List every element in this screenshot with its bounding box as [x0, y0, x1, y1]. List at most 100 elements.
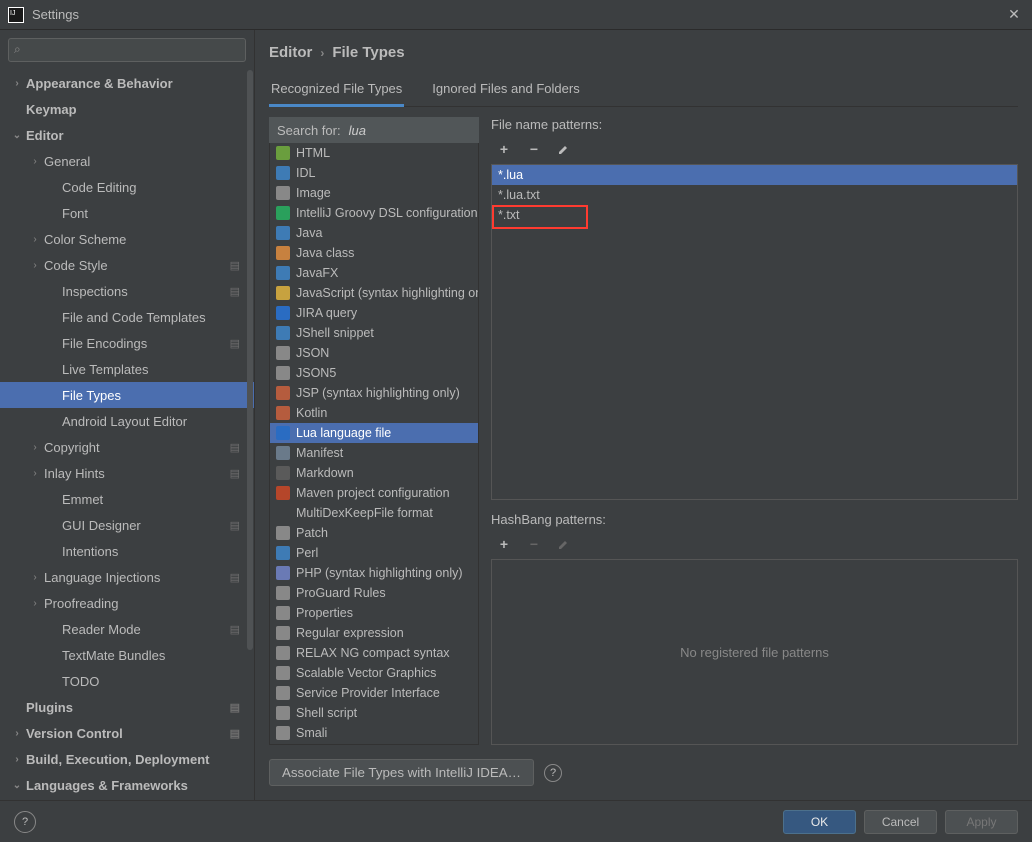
- file-type-item[interactable]: Kotlin: [270, 403, 478, 423]
- context-help-icon[interactable]: ?: [544, 764, 562, 782]
- pattern-item[interactable]: *.lua: [492, 165, 1017, 185]
- scrollbar-thumb[interactable]: [247, 70, 253, 650]
- file-type-item[interactable]: JSON: [270, 343, 478, 363]
- file-type-item[interactable]: Java class: [270, 243, 478, 263]
- file-type-item[interactable]: JShell snippet: [270, 323, 478, 343]
- sidebar-item[interactable]: File and Code Templates: [0, 304, 254, 330]
- sidebar-item-label: TextMate Bundles: [62, 648, 165, 663]
- edit-pattern-button[interactable]: [555, 140, 573, 158]
- file-type-item[interactable]: MultiDexKeepFile format: [270, 503, 478, 523]
- file-type-item[interactable]: Manifest: [270, 443, 478, 463]
- sidebar-item[interactable]: ›Schemas and DTDs▤: [0, 798, 254, 800]
- remove-pattern-button[interactable]: −: [525, 140, 543, 158]
- sidebar-item[interactable]: Keymap: [0, 96, 254, 122]
- settings-scope-icon: ▤: [230, 519, 240, 532]
- edit-hashbang-button: [555, 535, 573, 553]
- sidebar-item[interactable]: GUI Designer▤: [0, 512, 254, 538]
- sidebar-item[interactable]: ›Code Style▤: [0, 252, 254, 278]
- file-type-label: Smali: [296, 726, 327, 740]
- sidebar-item[interactable]: ⌄Editor: [0, 122, 254, 148]
- apply-button[interactable]: Apply: [945, 810, 1018, 834]
- file-type-item[interactable]: Markdown: [270, 463, 478, 483]
- breadcrumb: Editor › File Types: [269, 44, 1018, 61]
- file-type-item[interactable]: Perl: [270, 543, 478, 563]
- sidebar-item[interactable]: Font: [0, 200, 254, 226]
- file-type-item[interactable]: RELAX NG compact syntax: [270, 643, 478, 663]
- sidebar-item[interactable]: ›Version Control▤: [0, 720, 254, 746]
- sidebar-item-label: Copyright: [44, 440, 100, 455]
- file-type-item[interactable]: Maven project configuration: [270, 483, 478, 503]
- add-hashbang-button[interactable]: +: [495, 535, 513, 553]
- chevron-icon: ⌄: [10, 780, 24, 791]
- sidebar-item[interactable]: ›Color Scheme: [0, 226, 254, 252]
- file-type-item[interactable]: Scalable Vector Graphics: [270, 663, 478, 683]
- file-type-icon: [276, 606, 290, 620]
- associate-file-types-button[interactable]: Associate File Types with IntelliJ IDEA…: [269, 759, 534, 786]
- cancel-button[interactable]: Cancel: [864, 810, 937, 834]
- settings-search-input[interactable]: [8, 38, 246, 62]
- sidebar-item[interactable]: ⌄Languages & Frameworks: [0, 772, 254, 798]
- sidebar-item[interactable]: Reader Mode▤: [0, 616, 254, 642]
- sidebar-item[interactable]: Inspections▤: [0, 278, 254, 304]
- file-type-item[interactable]: IDL: [270, 163, 478, 183]
- file-type-item[interactable]: ProGuard Rules: [270, 583, 478, 603]
- file-type-item[interactable]: JSON5: [270, 363, 478, 383]
- sidebar-item[interactable]: TextMate Bundles: [0, 642, 254, 668]
- file-type-label: PHP (syntax highlighting only): [296, 566, 463, 580]
- file-type-item[interactable]: JSP (syntax highlighting only): [270, 383, 478, 403]
- sidebar-item[interactable]: ›Inlay Hints▤: [0, 460, 254, 486]
- file-type-item[interactable]: Patch: [270, 523, 478, 543]
- patterns-label: File name patterns:: [491, 117, 1018, 132]
- file-type-item[interactable]: Smali: [270, 723, 478, 743]
- file-type-item[interactable]: Shell script: [270, 703, 478, 723]
- file-type-item[interactable]: JavaFX: [270, 263, 478, 283]
- file-type-label: JShell snippet: [296, 326, 374, 340]
- file-type-item[interactable]: Regular expression: [270, 623, 478, 643]
- pattern-item[interactable]: *.lua.txt: [492, 185, 1017, 205]
- sidebar-item[interactable]: ›Copyright▤: [0, 434, 254, 460]
- file-type-item[interactable]: Service Provider Interface: [270, 683, 478, 703]
- hashbang-empty-text: No registered file patterns: [680, 645, 829, 660]
- close-icon[interactable]: ✕: [1004, 5, 1024, 25]
- file-type-label: Regular expression: [296, 626, 404, 640]
- sidebar-item[interactable]: ›Build, Execution, Deployment: [0, 746, 254, 772]
- sidebar-item[interactable]: Android Layout Editor: [0, 408, 254, 434]
- sidebar-item-label: Font: [62, 206, 88, 221]
- add-pattern-button[interactable]: +: [495, 140, 513, 158]
- sidebar-item[interactable]: ›General: [0, 148, 254, 174]
- help-icon[interactable]: ?: [14, 811, 36, 833]
- sidebar-item[interactable]: Intentions: [0, 538, 254, 564]
- sidebar-item[interactable]: ›Appearance & Behavior: [0, 70, 254, 96]
- sidebar-item[interactable]: Live Templates: [0, 356, 254, 382]
- sidebar-item[interactable]: Code Editing: [0, 174, 254, 200]
- chevron-icon: ›: [28, 442, 42, 453]
- patterns-list[interactable]: *.lua*.lua.txt*.txt: [491, 164, 1018, 500]
- file-types-list[interactable]: HTMLIDLImageIntelliJ Groovy DSL configur…: [269, 143, 479, 745]
- settings-tree[interactable]: ›Appearance & BehaviorKeymap⌄Editor›Gene…: [0, 70, 254, 800]
- file-type-item[interactable]: JavaScript (syntax highlighting only): [270, 283, 478, 303]
- file-type-item[interactable]: PHP (syntax highlighting only): [270, 563, 478, 583]
- file-type-icon: [276, 266, 290, 280]
- file-type-item[interactable]: HTML: [270, 143, 478, 163]
- file-type-item[interactable]: Properties: [270, 603, 478, 623]
- sidebar-item[interactable]: File Encodings▤: [0, 330, 254, 356]
- sidebar-item-label: Inspections: [62, 284, 128, 299]
- sidebar-item[interactable]: ›Proofreading: [0, 590, 254, 616]
- sidebar-item[interactable]: Emmet: [0, 486, 254, 512]
- associate-label: Associate File Types with IntelliJ IDEA…: [282, 765, 521, 780]
- ok-button[interactable]: OK: [783, 810, 856, 834]
- file-type-item[interactable]: IntelliJ Groovy DSL configuration: [270, 203, 478, 223]
- tab-recognized[interactable]: Recognized File Types: [269, 75, 404, 107]
- tab-ignored[interactable]: Ignored Files and Folders: [430, 75, 581, 106]
- file-type-item[interactable]: Java: [270, 223, 478, 243]
- hashbang-list[interactable]: No registered file patterns: [491, 559, 1018, 745]
- sidebar-item[interactable]: Plugins▤: [0, 694, 254, 720]
- file-type-item[interactable]: Image: [270, 183, 478, 203]
- file-type-item[interactable]: JIRA query: [270, 303, 478, 323]
- file-type-item[interactable]: Lua language file: [270, 423, 478, 443]
- sidebar-item[interactable]: ›Language Injections▤: [0, 564, 254, 590]
- sidebar-item[interactable]: File Types: [0, 382, 254, 408]
- pattern-item[interactable]: *.txt: [492, 205, 1017, 225]
- sidebar-item[interactable]: TODO: [0, 668, 254, 694]
- file-type-label: Lua language file: [296, 426, 391, 440]
